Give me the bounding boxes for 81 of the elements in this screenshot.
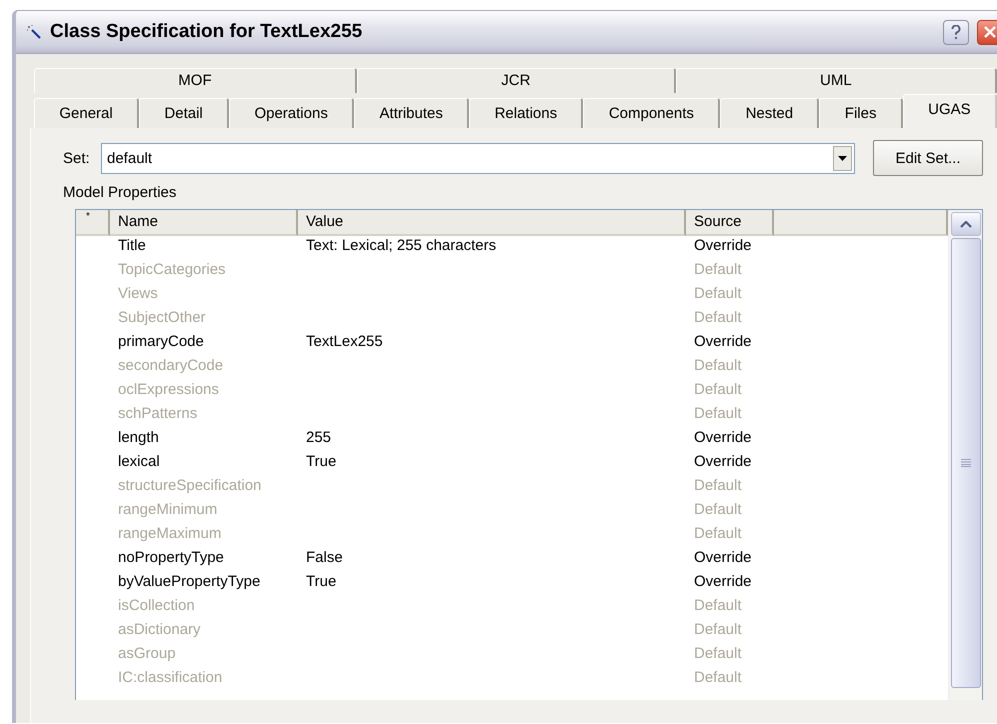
window-title: Class Specification for TextLex255 (50, 21, 364, 43)
dropdown-caret-icon (838, 156, 847, 160)
property-name: isCollection (118, 597, 195, 614)
property-source: Override (694, 573, 752, 590)
property-name: asGroup (118, 645, 176, 662)
model-properties-label: Model Properties (63, 184, 176, 201)
edit-set-button[interactable]: Edit Set... (873, 140, 983, 176)
property-name: byValuePropertyType (118, 573, 260, 590)
tab[interactable]: Operations (229, 98, 354, 128)
scroll-up-button[interactable] (950, 212, 980, 236)
tab[interactable]: Nested (720, 98, 820, 128)
tab[interactable]: Files (819, 98, 903, 128)
column-header[interactable]: Name (110, 210, 298, 236)
tab[interactable]: Attributes (354, 98, 470, 128)
property-name: length (118, 429, 159, 446)
property-source: Default (694, 597, 742, 614)
property-row[interactable]: byValuePropertyType True Override (76, 570, 948, 594)
property-value: True (306, 573, 336, 590)
property-name: Views (118, 285, 158, 302)
property-name: Title (118, 237, 146, 254)
property-source: Override (694, 453, 752, 470)
property-source: Default (694, 261, 742, 278)
property-row[interactable]: primaryCode TextLex255 Override (76, 330, 948, 354)
close-button[interactable] (977, 20, 997, 44)
property-name: SubjectOther (118, 309, 206, 326)
tab[interactable]: MOF (34, 68, 357, 93)
property-source: Default (694, 381, 742, 398)
close-icon (983, 25, 997, 39)
property-source: Default (694, 285, 742, 302)
property-name: asDictionary (118, 621, 201, 638)
property-source: Default (694, 669, 742, 686)
property-row[interactable]: noPropertyType False Override (76, 546, 948, 570)
property-name: noPropertyType (118, 549, 224, 566)
property-value: False (306, 549, 343, 566)
property-name: schPatterns (118, 405, 198, 422)
column-header[interactable]: * (76, 210, 110, 236)
grip-icon (960, 459, 970, 467)
property-row[interactable]: Title Text: Lexical; 255 characters Override (76, 234, 948, 258)
help-button[interactable] (943, 20, 969, 44)
tab[interactable]: Detail (139, 98, 230, 128)
property-name: structureSpecification (118, 477, 262, 494)
property-source: Default (694, 501, 742, 518)
help-icon (951, 24, 961, 40)
property-row[interactable]: lexical True Override (76, 450, 948, 474)
set-label: Set: (63, 150, 91, 166)
property-name: secondaryCode (118, 357, 224, 374)
property-source: Default (694, 525, 742, 542)
property-source: Override (694, 429, 752, 446)
tab[interactable]: JCR (356, 68, 676, 93)
property-source: Default (694, 621, 742, 638)
property-name: IC:classification (118, 669, 222, 686)
tab[interactable]: General (34, 98, 140, 128)
property-source: Default (694, 645, 742, 662)
column-header[interactable]: Source (686, 210, 774, 236)
property-name: rangeMinimum (118, 501, 218, 518)
scroll-thumb[interactable] (950, 238, 980, 688)
column-header[interactable]: Value (298, 210, 686, 236)
property-value: True (306, 453, 336, 470)
tab[interactable]: Components (583, 98, 720, 128)
property-name: primaryCode (118, 333, 204, 350)
set-dropdown[interactable]: default (101, 142, 855, 174)
app-icon (26, 24, 42, 40)
tab[interactable]: Relations (469, 98, 584, 128)
tab[interactable]: UML (676, 68, 997, 93)
property-name: TopicCategories (118, 261, 226, 278)
property-source: Default (694, 405, 742, 422)
scrollbar[interactable] (948, 210, 982, 700)
property-source: Override (694, 333, 752, 350)
property-source: Default (694, 309, 742, 326)
property-value: Text: Lexical; 255 characters (306, 237, 496, 254)
property-value: 255 (306, 429, 332, 446)
property-value: TextLex255 (306, 333, 383, 350)
property-source: Override (694, 237, 752, 254)
property-name: lexical (118, 453, 160, 470)
property-source: Default (694, 357, 742, 374)
property-source: Override (694, 549, 752, 566)
property-name: rangeMaximum (118, 525, 222, 542)
property-name: oclExpressions (118, 381, 219, 398)
property-row[interactable]: length 255 Override (76, 426, 948, 450)
property-source: Default (694, 477, 742, 494)
tab[interactable]: UGAS (902, 94, 997, 128)
